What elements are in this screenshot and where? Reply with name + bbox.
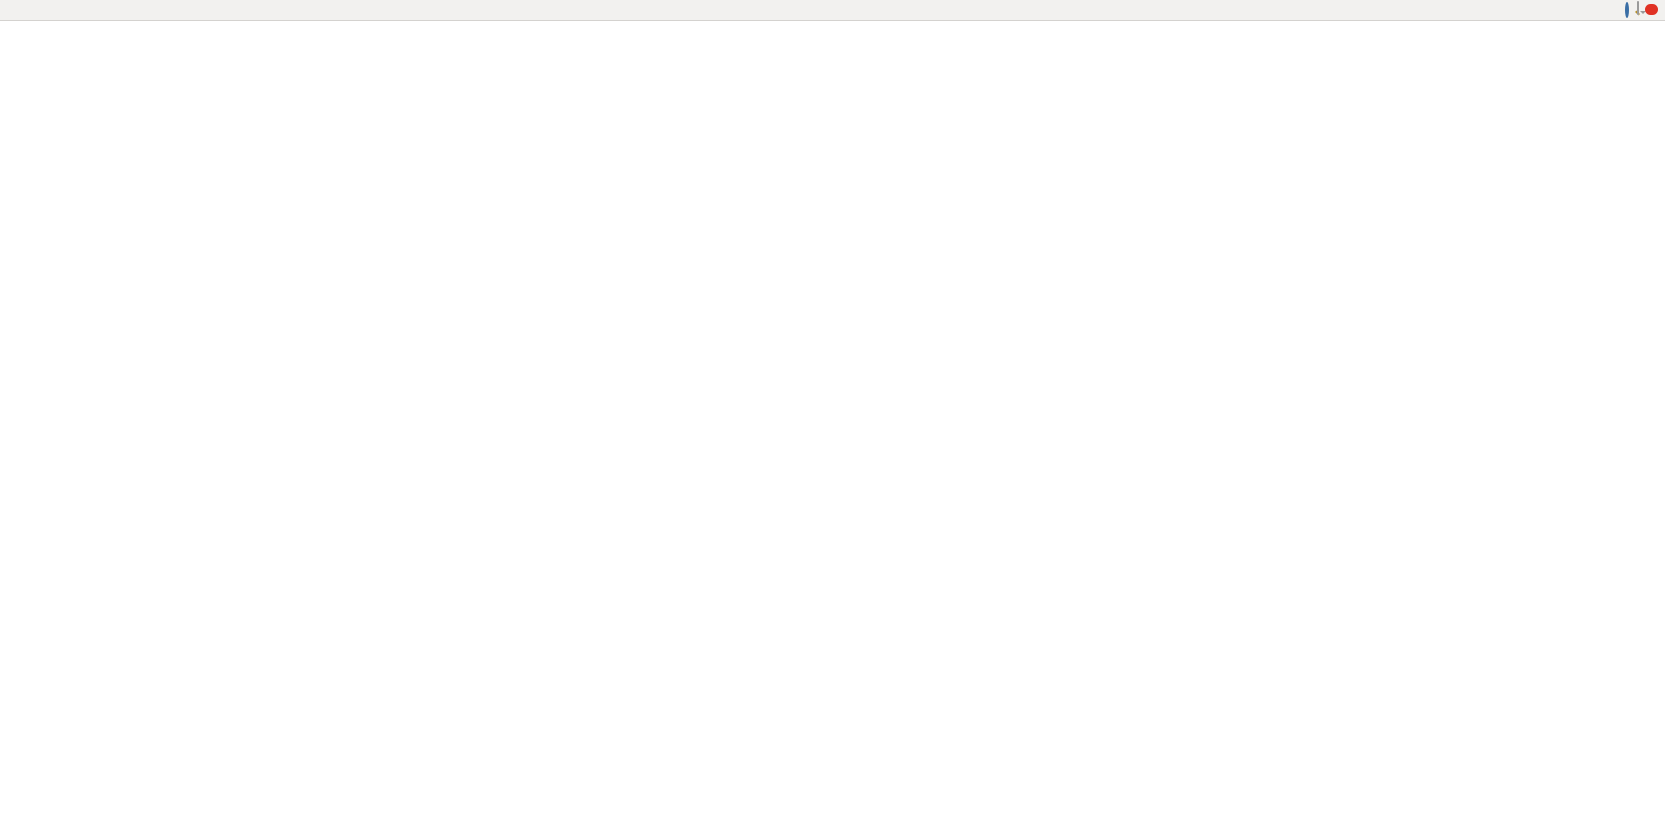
toolbar-right <box>1625 0 1659 20</box>
chart-window[interactable] <box>0 20 1665 836</box>
chat-icon[interactable] <box>1637 2 1659 18</box>
search-icon[interactable] <box>1625 4 1629 16</box>
toolbar <box>0 0 1665 21</box>
chart-title <box>11 28 25 30</box>
chart-canvas[interactable] <box>0 20 1665 836</box>
mt4-window <box>0 0 1665 836</box>
chat-badge <box>1645 4 1658 15</box>
